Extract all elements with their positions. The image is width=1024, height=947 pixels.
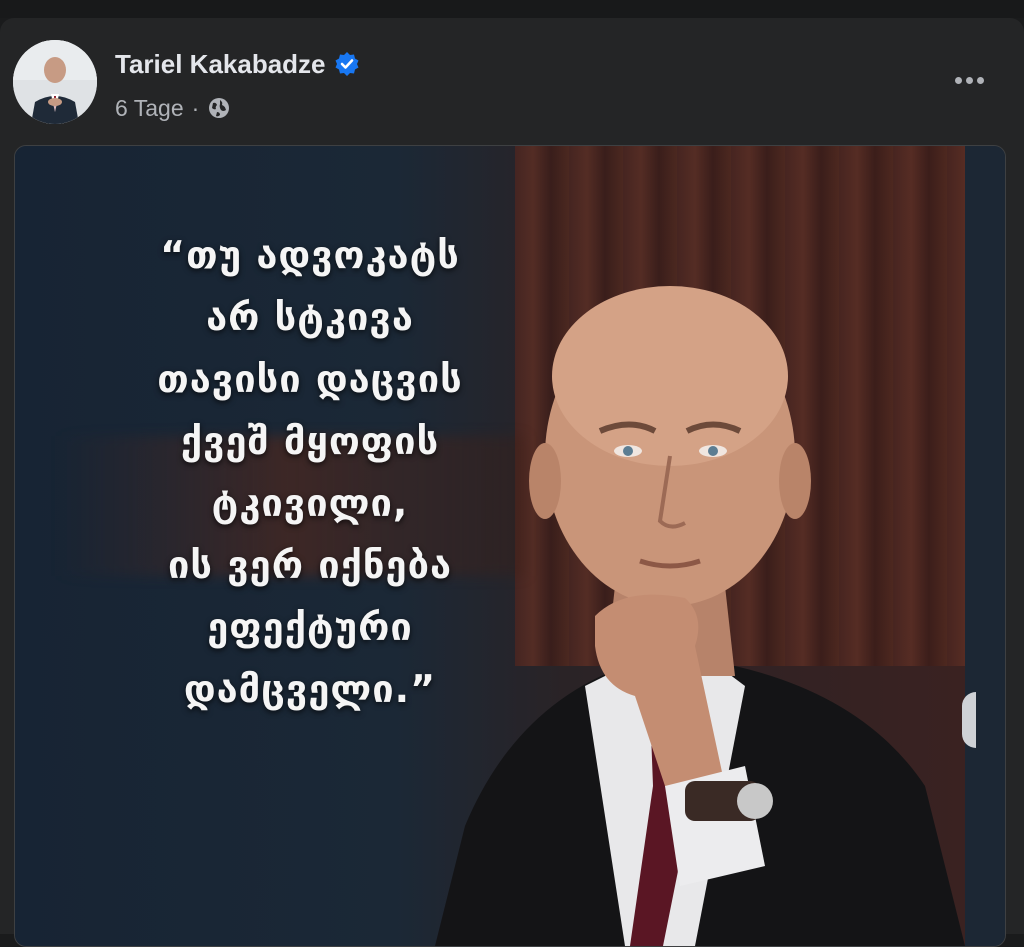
post-timestamp[interactable]: 6 Tage [115, 95, 184, 122]
quote-image[interactable]: “თუ ადვოკატს არ სტკივა თავისი დაცვის ქვე… [15, 146, 965, 946]
next-image-button[interactable] [962, 692, 976, 748]
avatar-photo [13, 40, 97, 124]
post-meta: 6 Tage · [115, 92, 231, 124]
more-dot [976, 76, 984, 84]
top-bar [0, 0, 1024, 18]
author-name-row[interactable]: Tariel Kakabadze [115, 48, 360, 80]
more-dot [965, 76, 973, 84]
verified-badge-icon [335, 52, 359, 76]
media-side-strip [965, 146, 1005, 946]
quote-text: “თუ ადვოკატს არ სტკივა თავისი დაცვის ქვე… [157, 233, 463, 711]
post-media[interactable]: “თუ ადვოკატს არ სტკივა თავისი დაცვის ქვე… [14, 145, 1006, 947]
more-dot [954, 76, 962, 84]
meta-separator: · [191, 94, 200, 121]
author-name[interactable]: Tariel Kakabadze [115, 49, 326, 80]
globe-icon[interactable] [207, 96, 231, 120]
more-options-button[interactable] [944, 62, 994, 98]
author-avatar[interactable] [13, 40, 97, 124]
